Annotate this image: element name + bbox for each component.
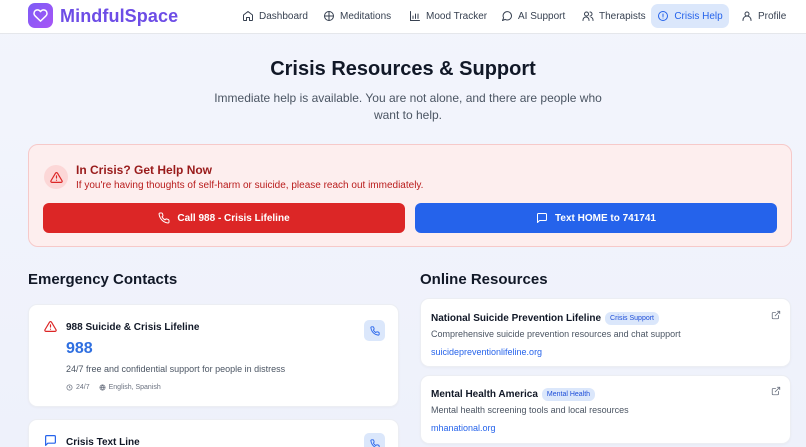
phone-icon xyxy=(158,212,170,224)
contact-hours: 24/7 xyxy=(76,384,90,391)
user-icon xyxy=(742,11,752,21)
crisis-title: In Crisis? Get Help Now xyxy=(76,163,213,177)
page-title: Crisis Resources & Support xyxy=(270,58,536,80)
nav-label: Dashboard xyxy=(259,10,308,22)
crisis-description: If you're having thoughts of self-harm o… xyxy=(76,180,424,191)
nav-dashboard[interactable]: Dashboard xyxy=(236,4,314,28)
warning-icon xyxy=(44,321,57,332)
text-button-label: Text HOME to 741741 xyxy=(555,212,656,224)
phone-icon xyxy=(369,325,380,336)
phone-icon xyxy=(369,438,380,447)
heart-logo-icon[interactable] xyxy=(28,3,53,28)
call-button-label: Call 988 - Crisis Lifeline xyxy=(177,212,290,224)
info-circle-icon xyxy=(658,11,669,21)
globe-icon xyxy=(99,384,106,391)
message-square-icon xyxy=(45,435,56,446)
resource-description: Mental health screening tools and local … xyxy=(431,405,629,415)
resource-link[interactable]: suicidepreventionlifeline.org xyxy=(431,347,542,358)
resource-description: Comprehensive suicide prevention resourc… xyxy=(431,329,681,339)
resource-badge: Crisis Support xyxy=(605,312,660,325)
users-icon xyxy=(582,11,594,21)
contact-card: 988 Suicide & Crisis Lifeline 988 24/7 f… xyxy=(28,304,399,407)
external-link-icon[interactable] xyxy=(771,310,781,320)
call-contact-button[interactable] xyxy=(364,320,385,341)
home-icon xyxy=(243,11,253,21)
message-square-icon xyxy=(537,213,548,223)
resource-name-row: Mental Health America Mental Health xyxy=(431,388,596,401)
chat-icon xyxy=(502,11,513,21)
clock-icon xyxy=(66,384,73,391)
contact-card: Crisis Text Line xyxy=(28,419,399,447)
nav-crisis-help[interactable]: Crisis Help xyxy=(651,4,729,28)
online-resources-title: Online Resources xyxy=(420,271,548,288)
external-link-icon[interactable] xyxy=(771,386,781,396)
nav-profile[interactable]: Profile xyxy=(735,4,792,28)
resource-card[interactable]: National Suicide Prevention Lifeline Cris… xyxy=(420,298,791,367)
meditation-icon xyxy=(324,11,334,21)
nav-therapists[interactable]: Therapists xyxy=(576,4,652,28)
page-subtitle: Immediate help is available. You are not… xyxy=(214,91,602,122)
contact-description: 24/7 free and confidential support for p… xyxy=(66,364,286,374)
nav-label: Meditations xyxy=(340,10,392,22)
emergency-contacts-title: Emergency Contacts xyxy=(28,271,178,288)
resource-name: Mental Health America xyxy=(431,389,538,401)
contact-number[interactable]: 988 xyxy=(66,340,93,358)
nav-label: Mood Tracker xyxy=(426,10,488,22)
chart-icon xyxy=(410,11,420,21)
nav-mood-tracker[interactable]: Mood Tracker xyxy=(403,4,493,28)
resource-badge: Mental Health xyxy=(541,388,596,401)
contact-name: 988 Suicide & Crisis Lifeline xyxy=(66,322,200,333)
warning-icon xyxy=(44,165,68,189)
top-nav: MindfulSpace Dashboard Meditations Mood … xyxy=(0,0,806,34)
contact-languages: English, Spanish xyxy=(108,384,161,391)
nav-meditations[interactable]: Meditations xyxy=(317,4,397,28)
call-lifeline-button[interactable]: Call 988 - Crisis Lifeline xyxy=(43,203,405,233)
resource-name-row: National Suicide Prevention Lifeline Cris… xyxy=(431,312,660,325)
app-name[interactable]: MindfulSpace xyxy=(60,5,178,27)
resource-name: National Suicide Prevention Lifeline xyxy=(431,313,602,325)
nav-label: Profile xyxy=(758,10,787,22)
call-contact-button[interactable] xyxy=(364,433,385,447)
nav-label: AI Support xyxy=(518,10,566,22)
text-home-button[interactable]: Text HOME to 741741 xyxy=(415,203,777,233)
resource-card[interactable]: Mental Health America Mental Health Menta… xyxy=(420,375,791,444)
contact-name: Crisis Text Line xyxy=(66,437,140,447)
nav-ai-support[interactable]: AI Support xyxy=(495,4,571,28)
resource-link[interactable]: mhanational.org xyxy=(431,423,496,434)
crisis-banner: In Crisis? Get Help Now If you're having… xyxy=(28,144,792,247)
contact-meta: 24/7 English, Spanish xyxy=(66,383,161,392)
nav-label: Therapists xyxy=(599,10,646,22)
nav-label: Crisis Help xyxy=(674,10,723,22)
